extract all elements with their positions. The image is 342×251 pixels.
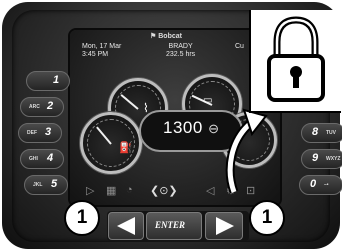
play-icon: ▷ [86, 185, 95, 197]
left-arrow-icon [117, 217, 135, 235]
keypad-button-8[interactable]: 8 TUV [301, 123, 342, 143]
enter-label: ENTER [155, 220, 186, 230]
control-panel: ⚑ Bobcat Mon, 17 Mar 3:45 PM BRADY 232.5… [0, 0, 342, 251]
keypad-button-0[interactable]: 0 –• [299, 175, 342, 195]
battery-icon: ▭ [203, 95, 213, 106]
keypad-button-3[interactable]: DEF 3 [18, 123, 62, 143]
keypad-button-1[interactable]: 1 [26, 71, 70, 91]
brand-logo: ⚑ Bobcat [150, 33, 182, 40]
right-arrow-icon [216, 217, 234, 235]
left-arrow-button[interactable] [108, 212, 144, 240]
keypad-button-2[interactable]: ARC 2 [20, 97, 64, 117]
padlock-icon [267, 16, 325, 102]
date-text: Mon, 17 Mar [82, 43, 122, 50]
engine-speed-icon: ⊖ [208, 121, 220, 136]
callout-right: 1 [249, 200, 285, 236]
callout-left: 1 [64, 200, 100, 236]
keypad-button-9[interactable]: 9 WXYZ [301, 149, 342, 169]
gauge-small-icon: ◔ [126, 184, 133, 196]
operator-name: BRADY [168, 43, 193, 50]
brand-mark-icon: ⚑ [150, 33, 157, 40]
date-time: Mon, 17 Mar 3:45 PM [82, 43, 121, 59]
grid-icon: ▦ [106, 185, 117, 197]
right-arrow-button[interactable] [205, 212, 243, 240]
cut-off-text: Cu [235, 43, 244, 50]
rpm-value: 1300 ⊖ [163, 118, 220, 137]
select-knob-icon[interactable]: ❮⊙❯ [150, 184, 178, 197]
time-text: 3:45 PM [82, 51, 109, 58]
hours-text: 232.5 hrs [166, 51, 196, 58]
operator-hours: BRADY 232.5 hrs [166, 43, 195, 59]
fuel-gauge: ⛽ [80, 112, 142, 174]
horn-icon: ◁ [206, 185, 215, 197]
keypad-button-5[interactable]: JKL 5 [24, 175, 68, 195]
fuel-pump-icon: ⛽ [119, 142, 133, 154]
lock-inset [249, 10, 341, 113]
keypad-button-4[interactable]: GHI 4 [20, 149, 64, 169]
curved-arrow-icon [225, 108, 268, 194]
